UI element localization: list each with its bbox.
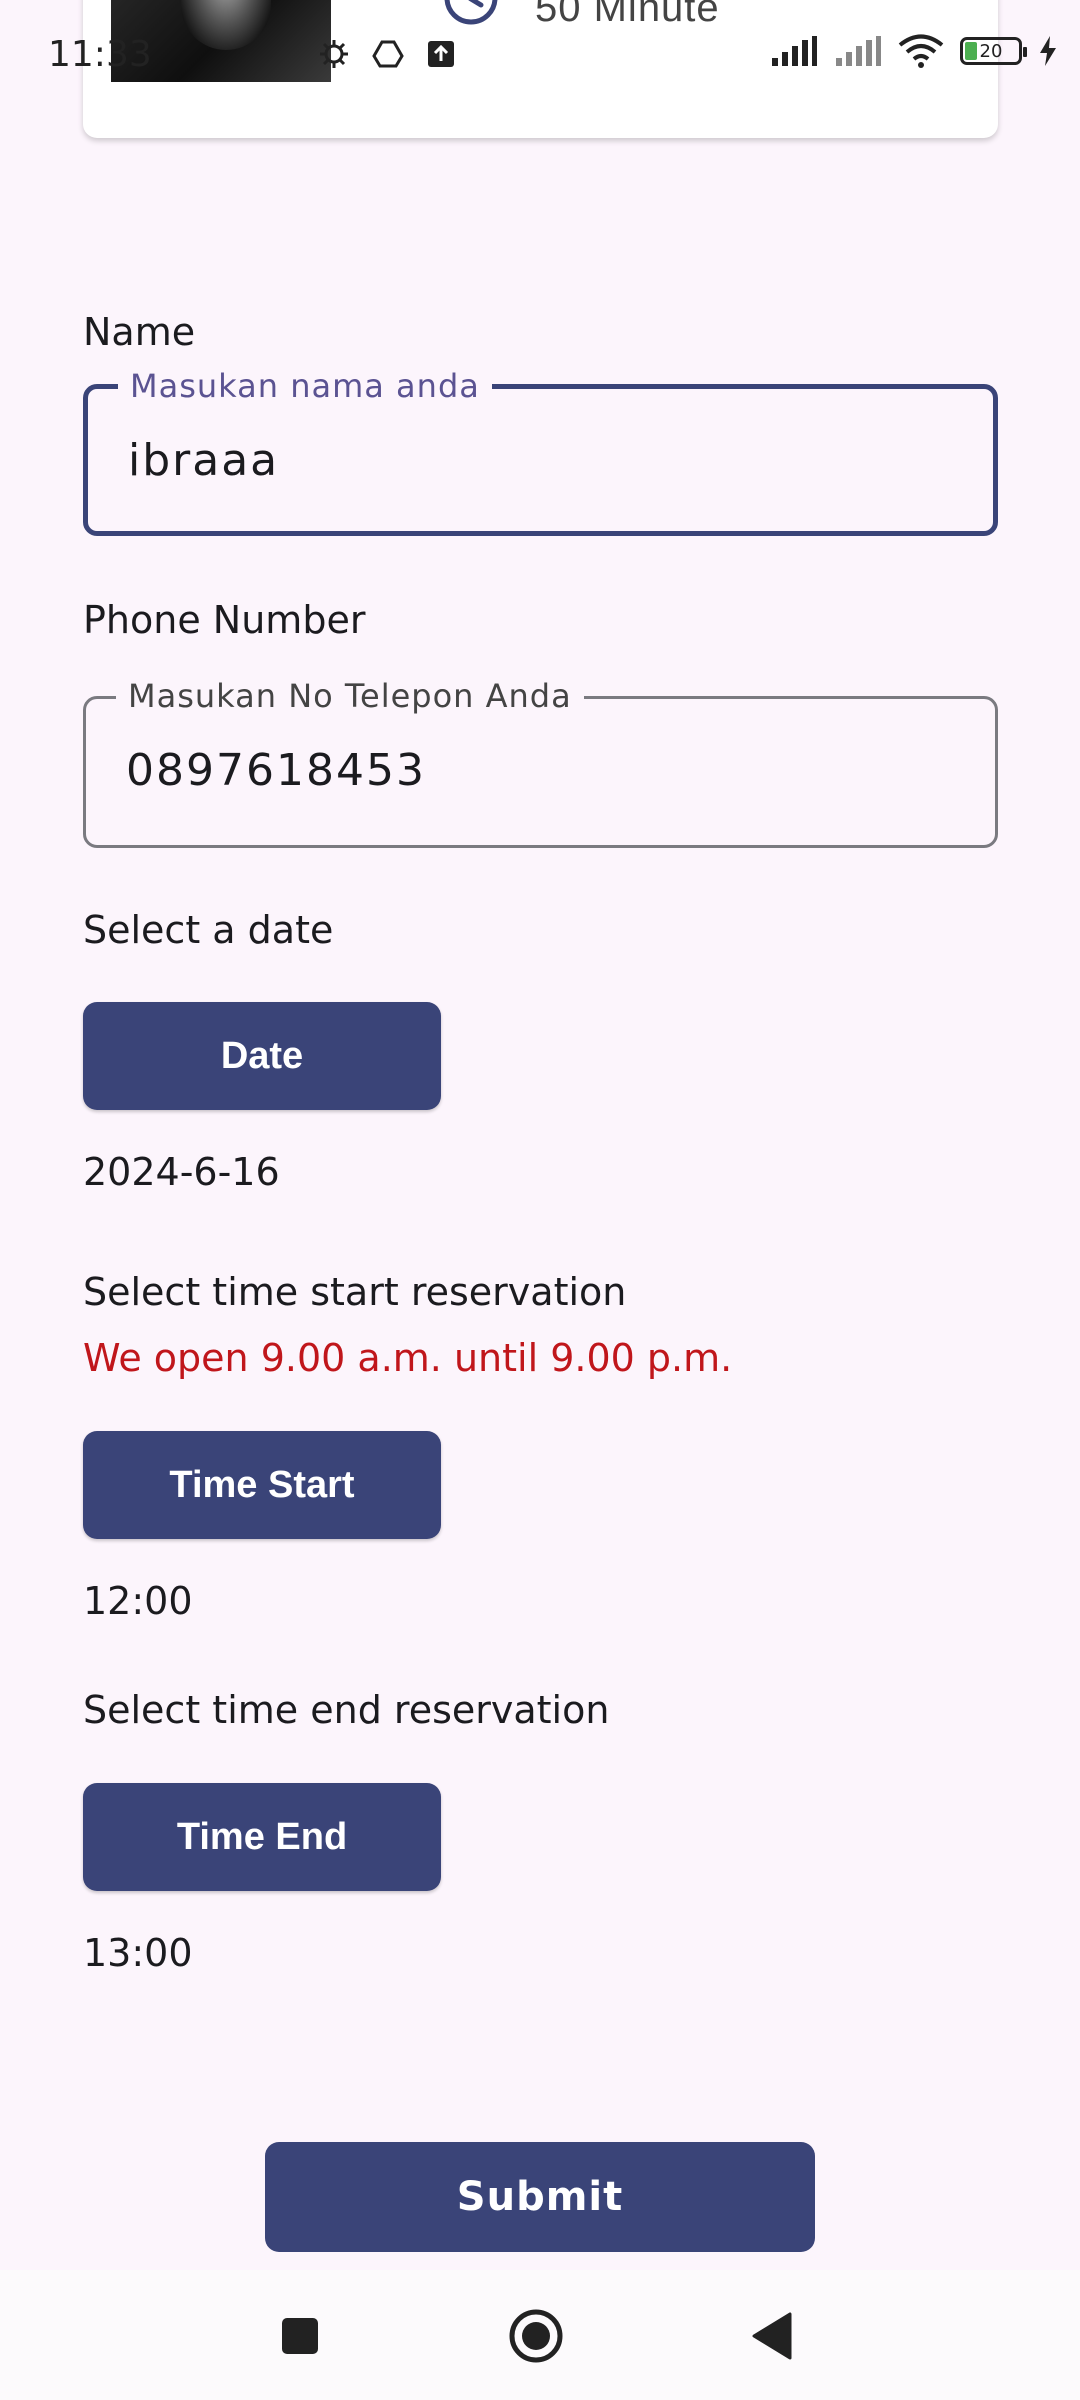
date-label: Select a date (83, 908, 334, 952)
name-field[interactable]: Masukan nama anda (83, 367, 998, 536)
square-icon (282, 2318, 318, 2354)
selected-date: 2024-6-16 (83, 1150, 280, 1194)
time-end-button[interactable]: Time End (83, 1783, 441, 1891)
navigation-bar (0, 2270, 1080, 2400)
drive-icon (372, 40, 404, 68)
wifi-icon (898, 34, 944, 68)
phone-field-legend: Masukan No Telepon Anda (116, 677, 584, 715)
triangle-back-icon (752, 2312, 792, 2360)
signal-2-icon (836, 36, 881, 66)
phone-label: Phone Number (83, 598, 366, 642)
battery-level: 20 (979, 40, 1003, 62)
phone-input[interactable] (126, 745, 946, 796)
name-field-legend: Masukan nama anda (118, 367, 492, 405)
submit-button[interactable]: Submit (265, 2142, 815, 2252)
recents-button[interactable] (272, 2308, 328, 2364)
charging-icon (1040, 36, 1056, 66)
home-button[interactable] (508, 2308, 564, 2364)
selected-time-end: 13:00 (83, 1931, 193, 1975)
system-icons: 20 (770, 34, 1058, 68)
signal-icon (772, 36, 817, 66)
circle-icon (509, 2309, 563, 2363)
time-end-label: Select time end reservation (83, 1688, 610, 1732)
phone-field[interactable]: Masukan No Telepon Anda (83, 677, 998, 848)
selected-time-start: 12:00 (83, 1579, 193, 1623)
date-button[interactable]: Date (83, 1002, 441, 1110)
status-time: 11:33 (48, 34, 152, 75)
back-button[interactable] (744, 2308, 800, 2364)
opening-hours-notice: We open 9.00 a.m. until 9.00 p.m. (83, 1336, 733, 1380)
name-input[interactable] (128, 435, 948, 486)
time-start-button[interactable]: Time Start (83, 1431, 441, 1539)
battery-icon: 20 (960, 37, 1027, 65)
settings-icon (320, 40, 348, 68)
upload-icon (428, 41, 454, 67)
name-label: Name (83, 310, 196, 354)
notification-icons (318, 38, 456, 70)
status-bar: 11:33 20 (0, 0, 1080, 110)
time-start-label: Select time start reservation (83, 1270, 627, 1314)
